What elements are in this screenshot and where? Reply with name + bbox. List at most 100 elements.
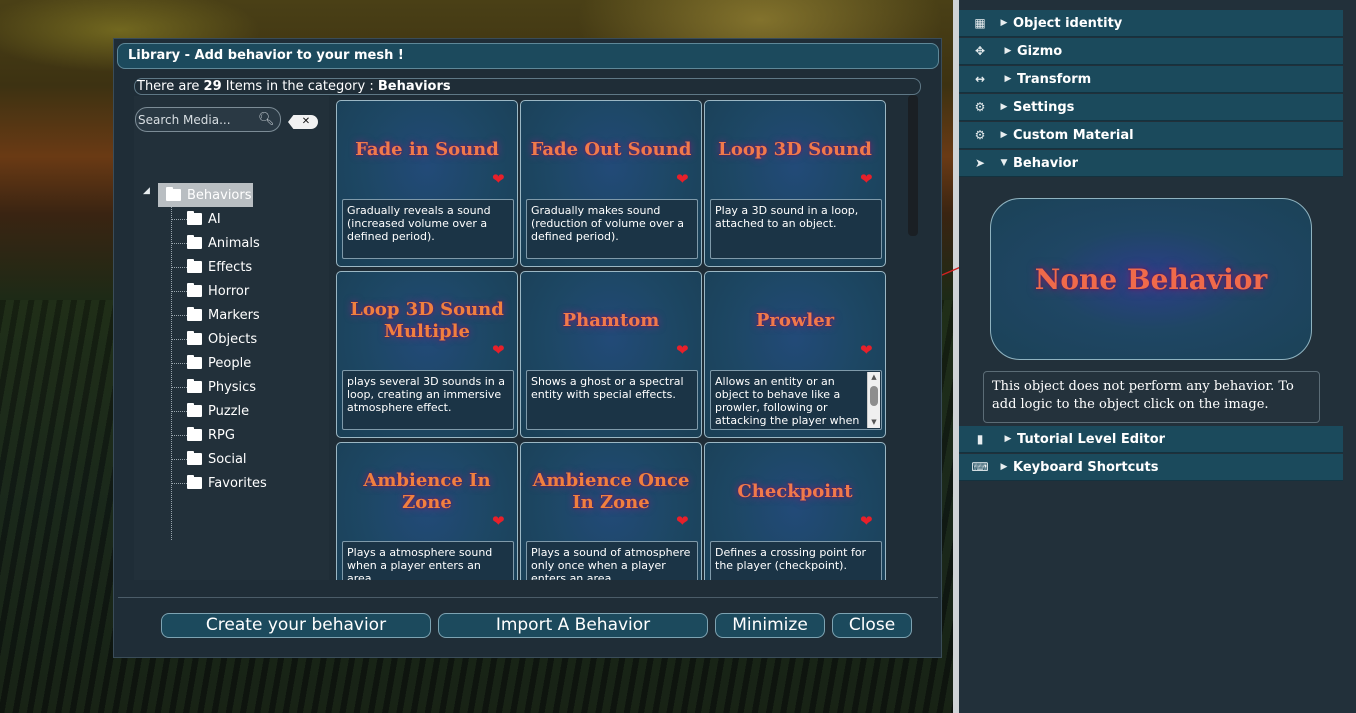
section-custom-material[interactable]: ⚙ ▶ Custom Material: [959, 122, 1343, 149]
behavior-section-body: None Behavior This object does not perfo…: [959, 178, 1356, 426]
card-description[interactable]: Allows an entity or an object to behave …: [710, 370, 882, 430]
import-behavior-button[interactable]: Import A Behavior: [438, 613, 708, 638]
section-label: Behavior: [1013, 155, 1079, 171]
card-title: Ambience Once In Zone: [532, 470, 690, 513]
behavior-grid[interactable]: Fade in Sound ❤ Gradually reveals a soun…: [330, 96, 924, 580]
arrows-horizontal-icon: ↔: [974, 72, 986, 86]
card-description: plays several 3D sounds in a loop, creat…: [342, 370, 514, 430]
section-transform[interactable]: ↔ ▶ Transform: [959, 66, 1343, 93]
heart-icon[interactable]: ❤: [492, 343, 505, 358]
category-tree-pane: 🔍︎ ✕ ◢ Behaviors AI Animals Effects Horr…: [134, 96, 329, 580]
tree-item-people[interactable]: People: [171, 351, 251, 375]
gear-icon: ⚙: [974, 100, 986, 114]
card-title: Phamtom: [562, 310, 660, 331]
heart-icon[interactable]: ❤: [676, 343, 689, 358]
section-behavior[interactable]: ➤ ▼ Behavior: [959, 150, 1343, 177]
tree-item-label: AI: [208, 211, 221, 227]
behavior-card-checkpoint[interactable]: Checkpoint ❤ Defines a crossing point fo…: [704, 442, 886, 580]
tree-item-rpg[interactable]: RPG: [171, 423, 235, 447]
scroll-down-icon[interactable]: ▼: [868, 417, 880, 428]
search-input[interactable]: [136, 112, 254, 127]
tree-item-animals[interactable]: Animals: [171, 231, 260, 255]
card-title: Fade Out Sound: [530, 139, 692, 160]
heart-icon[interactable]: ❤: [676, 172, 689, 187]
behavior-card-ambience-in-zone[interactable]: Ambience In Zone ❤ Plays a atmosphere so…: [336, 442, 518, 580]
folder-icon: [187, 427, 202, 441]
section-gizmo[interactable]: ✥ ▶ Gizmo: [959, 38, 1343, 65]
tree-item-ai[interactable]: AI: [171, 207, 221, 231]
heart-icon[interactable]: ❤: [860, 343, 873, 358]
rocket-icon: ➤: [974, 156, 986, 170]
description-scrollbar[interactable]: ▲ ▼: [867, 372, 880, 428]
behavior-card-ambience-once-in-zone[interactable]: Ambience Once In Zone ❤ Plays a sound of…: [520, 442, 702, 580]
heart-icon[interactable]: ❤: [860, 172, 873, 187]
library-dialog: Library - Add behavior to your mesh ! Th…: [113, 38, 942, 658]
card-description: Plays a sound of atmosphere only once wh…: [526, 541, 698, 580]
behavior-card-fade-out-sound[interactable]: Fade Out Sound ❤ Gradually makes sound (…: [520, 100, 702, 267]
info-prefix: There are: [137, 79, 200, 94]
create-behavior-button[interactable]: Create your behavior: [161, 613, 431, 638]
behavior-card-loop-3d-sound[interactable]: Loop 3D Sound ❤ Play a 3D sound in a loo…: [704, 100, 886, 267]
folder-icon: [187, 451, 202, 465]
book-icon: ▮: [976, 432, 984, 446]
heart-icon[interactable]: ❤: [492, 172, 505, 187]
section-settings[interactable]: ⚙ ▶ Settings: [959, 94, 1343, 121]
info-middle: Items in the category :: [225, 79, 374, 94]
section-keyboard-shortcuts[interactable]: ⌨ ▶ Keyboard Shortcuts: [959, 454, 1343, 481]
section-object-identity[interactable]: ▦ ▶ Object identity: [959, 10, 1343, 37]
search-box[interactable]: 🔍︎: [135, 107, 281, 132]
behavior-card-loop-3d-sound-multiple[interactable]: Loop 3D Sound Multiple ❤ plays several 3…: [336, 271, 518, 438]
card-description-text: Allows an entity or an object to behave …: [715, 375, 860, 427]
behavior-card-prowler[interactable]: Prowler ❤ Allows an entity or an object …: [704, 271, 886, 438]
card-title: Checkpoint: [737, 481, 853, 502]
scroll-up-icon[interactable]: ▲: [868, 372, 880, 383]
close-button[interactable]: Close: [832, 613, 912, 638]
search-icon[interactable]: 🔍︎: [258, 112, 275, 127]
tree-item-physics[interactable]: Physics: [171, 375, 256, 399]
tree-root-behaviors[interactable]: Behaviors: [158, 183, 253, 207]
section-label: Gizmo: [1017, 43, 1063, 59]
category-name: Behaviors: [377, 79, 451, 94]
behavior-card-fade-in-sound[interactable]: Fade in Sound ❤ Gradually reveals a soun…: [336, 100, 518, 267]
grid-scrollbar[interactable]: [908, 95, 918, 236]
card-description: Plays a atmosphere sound when a player e…: [342, 541, 514, 580]
tree-collapse-icon[interactable]: ◢: [143, 186, 150, 196]
tree-item-puzzle[interactable]: Puzzle: [171, 399, 249, 423]
caret-right-icon: ▶: [1004, 434, 1012, 444]
tree-item-effects[interactable]: Effects: [171, 255, 252, 279]
behavior-card-phamtom[interactable]: Phamtom ❤ Shows a ghost or a spectral en…: [520, 271, 702, 438]
folder-icon: [187, 403, 202, 417]
tree-item-label: Animals: [208, 235, 260, 251]
caret-right-icon: ▶: [1000, 102, 1008, 112]
card-description: Gradually reveals a sound (increased vol…: [342, 199, 514, 259]
section-label: Tutorial Level Editor: [1017, 431, 1166, 447]
tree-item-markers[interactable]: Markers: [171, 303, 260, 327]
card-title: Loop 3D Sound: [718, 139, 872, 160]
tree-item-favorites[interactable]: Favorites: [171, 471, 267, 495]
tree-item-social[interactable]: Social: [171, 447, 247, 471]
tree-item-horror[interactable]: Horror: [171, 279, 249, 303]
heart-icon[interactable]: ❤: [676, 514, 689, 529]
none-behavior-title: None Behavior: [1034, 262, 1268, 296]
tree-root-label: Behaviors: [187, 187, 252, 203]
folder-icon: [187, 355, 202, 369]
gear-icon: ⚙: [974, 128, 986, 142]
card-title: Loop 3D Sound Multiple: [350, 299, 504, 342]
minimize-button[interactable]: Minimize: [715, 613, 825, 638]
section-label: Settings: [1013, 99, 1075, 115]
folder-icon: [187, 307, 202, 321]
section-tutorial-level-editor[interactable]: ▮ ▶ Tutorial Level Editor: [959, 426, 1343, 453]
tree-item-objects[interactable]: Objects: [171, 327, 257, 351]
folder-icon: [187, 283, 202, 297]
heart-icon[interactable]: ❤: [492, 514, 505, 529]
folder-icon: [187, 475, 202, 489]
scroll-thumb[interactable]: [870, 386, 878, 406]
none-behavior-card[interactable]: None Behavior: [990, 198, 1312, 360]
heart-icon[interactable]: ❤: [860, 514, 873, 529]
tree-item-label: Physics: [208, 379, 257, 395]
move-icon: ✥: [974, 44, 986, 58]
keyboard-icon: ⌨: [971, 460, 989, 474]
clear-search-button[interactable]: ✕: [288, 115, 318, 129]
section-label: Transform: [1017, 71, 1092, 87]
section-label: Object identity: [1013, 15, 1123, 31]
